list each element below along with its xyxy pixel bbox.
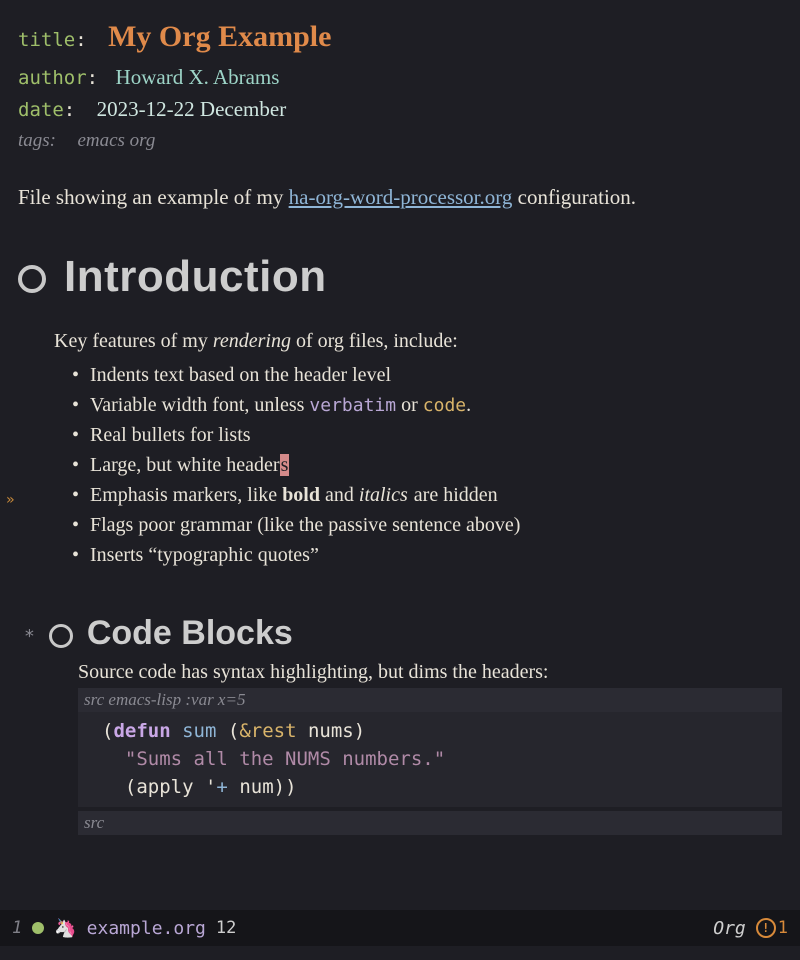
modeline-major-mode[interactable]: Org bbox=[713, 918, 746, 939]
modified-indicator-icon bbox=[32, 922, 44, 934]
list-item: Emphasis markers, like bold and italics … bbox=[72, 480, 782, 510]
heading-1-row: Introduction bbox=[18, 252, 782, 302]
modeline-window-number: 1 bbox=[12, 918, 22, 938]
heading-star-icon: * bbox=[24, 626, 35, 647]
verbatim-sample: verbatim bbox=[309, 395, 396, 416]
text-cursor: s bbox=[280, 454, 290, 476]
editor-buffer[interactable]: » title: My Org Example author: Howard X… bbox=[0, 0, 800, 910]
meta-key-title: title bbox=[18, 29, 75, 51]
list-item: Variable width font, unless verbatim or … bbox=[72, 390, 782, 420]
list-item: Indents text based on the header level bbox=[72, 360, 782, 390]
modeline[interactable]: 1 🦄 example.org 12 Org ! 1 bbox=[0, 910, 800, 946]
meta-author-line: author: Howard X. Abrams bbox=[18, 61, 782, 94]
modeline-filename[interactable]: example.org bbox=[87, 918, 206, 939]
meta-date-line: date: 2023-12-22 December bbox=[18, 93, 782, 126]
document-author: Howard X. Abrams bbox=[116, 65, 280, 89]
features-block: Key features of my rendering of org file… bbox=[54, 326, 782, 570]
meta-tags-line: tags: emacs org bbox=[18, 126, 782, 155]
flycheck-warning-badge[interactable]: ! 1 bbox=[756, 918, 788, 938]
meta-key-author: author bbox=[18, 67, 87, 89]
features-list: Indents text based on the header level V… bbox=[72, 360, 782, 570]
heading-2-row: * Code Blocks bbox=[24, 614, 782, 653]
source-block-area: Source code has syntax highlighting, but… bbox=[78, 661, 782, 835]
intro-text-after: configuration. bbox=[512, 185, 636, 209]
heading-1-text: Introduction bbox=[64, 252, 327, 302]
modeline-line-number: 12 bbox=[216, 918, 236, 938]
intro-paragraph: File showing an example of my ha-org-wor… bbox=[18, 183, 782, 212]
heading-bullet-icon bbox=[18, 265, 46, 293]
meta-key-date: date bbox=[18, 99, 64, 121]
source-description: Source code has syntax highlighting, but… bbox=[78, 661, 782, 684]
list-item: Flags poor grammar (like the passive sen… bbox=[72, 510, 782, 540]
document-title: My Org Example bbox=[108, 20, 331, 53]
list-item: Real bullets for lists bbox=[72, 420, 782, 450]
document-date: 2023-12-22 December bbox=[97, 97, 287, 121]
warning-count: 1 bbox=[778, 918, 788, 938]
code-sample: code bbox=[423, 395, 466, 416]
heading-2-text: Code Blocks bbox=[87, 614, 293, 653]
config-link[interactable]: ha-org-word-processor.org bbox=[289, 185, 513, 209]
list-item: Inserts “typographic quotes” bbox=[72, 540, 782, 570]
heading-bullet-icon bbox=[49, 624, 73, 648]
intro-text-before: File showing an example of my bbox=[18, 185, 289, 209]
unicorn-icon: 🦄 bbox=[54, 918, 76, 939]
list-item: Large, but white headers bbox=[72, 450, 782, 480]
fringe-continuation-icon: » bbox=[6, 492, 14, 508]
features-lead: Key features of my rendering of org file… bbox=[54, 326, 782, 356]
source-block-body[interactable]: (defun sum (&rest nums) "Sums all the NU… bbox=[78, 712, 782, 807]
meta-key-tags: tags: bbox=[18, 130, 56, 151]
source-block-footer: src bbox=[78, 811, 782, 835]
source-block-header: src emacs-lisp :var x=5 bbox=[78, 688, 782, 712]
warning-icon: ! bbox=[756, 918, 776, 938]
document-tags: emacs org bbox=[77, 130, 155, 151]
meta-title-line: title: My Org Example bbox=[18, 14, 782, 61]
